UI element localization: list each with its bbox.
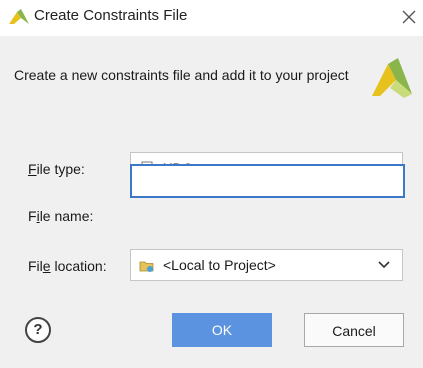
dialog-body: Create a new constraints file and add it… bbox=[0, 36, 423, 368]
cancel-button-label: Cancel bbox=[332, 323, 376, 339]
file-location-select[interactable]: <Local to Project> bbox=[130, 249, 403, 281]
file-location-value: <Local to Project> bbox=[163, 257, 276, 273]
ok-button-label: OK bbox=[211, 322, 233, 338]
help-button[interactable]: ? bbox=[25, 317, 51, 343]
file-name-input[interactable] bbox=[130, 164, 405, 198]
close-button[interactable] bbox=[398, 5, 420, 29]
cancel-button[interactable]: Cancel bbox=[304, 313, 404, 347]
folder-icon bbox=[139, 261, 154, 272]
file-type-label: File type: bbox=[28, 161, 85, 177]
close-icon bbox=[402, 10, 416, 24]
file-name-label: File name: bbox=[28, 208, 94, 224]
help-icon: ? bbox=[33, 321, 43, 338]
dialog-description: Create a new constraints file and add it… bbox=[14, 67, 349, 83]
ok-button[interactable]: OK bbox=[172, 313, 272, 347]
file-location-label: File location: bbox=[28, 258, 107, 274]
title-bar: Create Constraints File bbox=[0, 0, 423, 36]
vivado-large-logo-icon bbox=[372, 58, 412, 98]
chevron-down-icon bbox=[378, 261, 390, 269]
window-title: Create Constraints File bbox=[34, 7, 188, 24]
vivado-logo-icon bbox=[9, 9, 29, 24]
